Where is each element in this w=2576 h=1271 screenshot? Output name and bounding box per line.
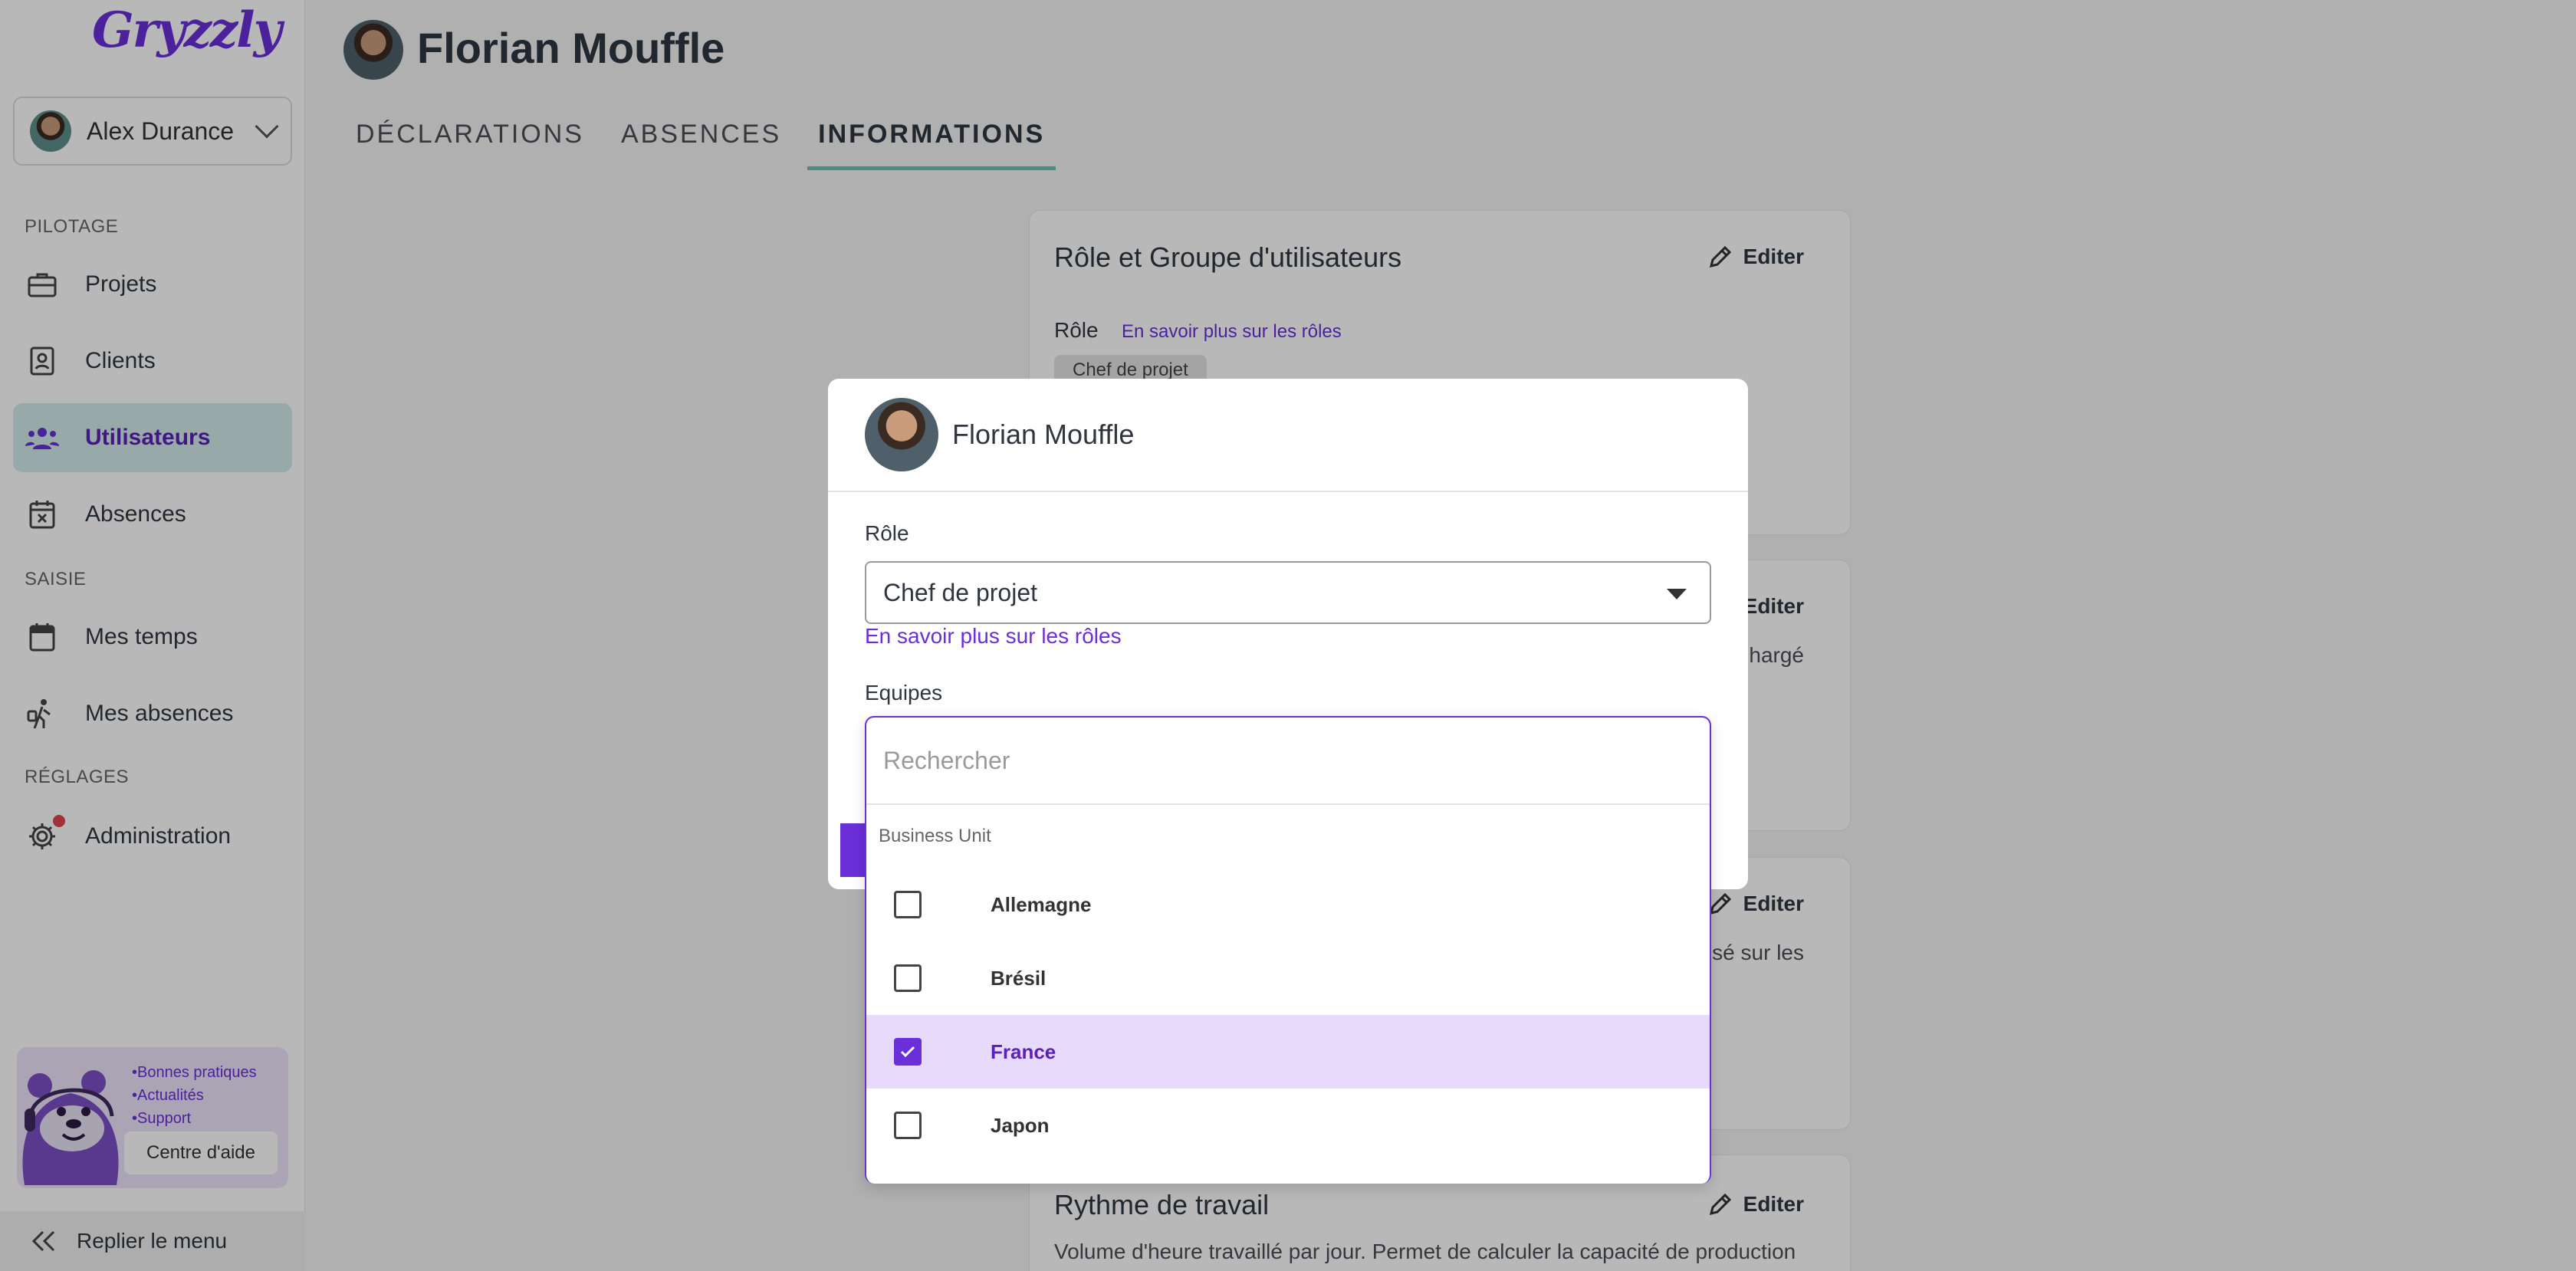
teams-search-input[interactable]: Rechercher: [866, 718, 1710, 805]
teams-field-label: Equipes: [865, 681, 943, 704]
modal-user-name: Florian Mouffle: [952, 419, 1135, 450]
checkbox[interactable]: [894, 964, 922, 992]
option-allemagne[interactable]: Allemagne: [866, 868, 1710, 941]
role-field-label: Rôle: [865, 521, 909, 545]
role-select-value: Chef de projet: [883, 578, 1038, 606]
option-label: Japon: [991, 1113, 1050, 1137]
teams-dropdown: Rechercher Business Unit Allemagne Brési…: [865, 716, 1711, 1184]
checkbox[interactable]: [894, 1112, 922, 1139]
option-bresil[interactable]: Brésil: [866, 941, 1710, 1015]
option-label: Allemagne: [991, 892, 1092, 916]
checkmark-icon: [900, 1046, 915, 1058]
option-group-label: Business Unit: [879, 826, 991, 846]
modal-header: Florian Mouffle: [828, 379, 1748, 492]
option-label: Brésil: [991, 966, 1046, 990]
checkbox[interactable]: [894, 891, 922, 918]
option-france[interactable]: France: [866, 1015, 1710, 1089]
avatar: [865, 398, 938, 471]
option-japon[interactable]: Japon: [866, 1089, 1710, 1162]
caret-down-icon: [1667, 589, 1687, 599]
option-label: France: [991, 1039, 1056, 1063]
roles-help-link[interactable]: En savoir plus sur les rôles: [865, 624, 1122, 649]
role-select[interactable]: Chef de projet: [865, 561, 1711, 624]
checkbox[interactable]: [894, 1038, 922, 1066]
